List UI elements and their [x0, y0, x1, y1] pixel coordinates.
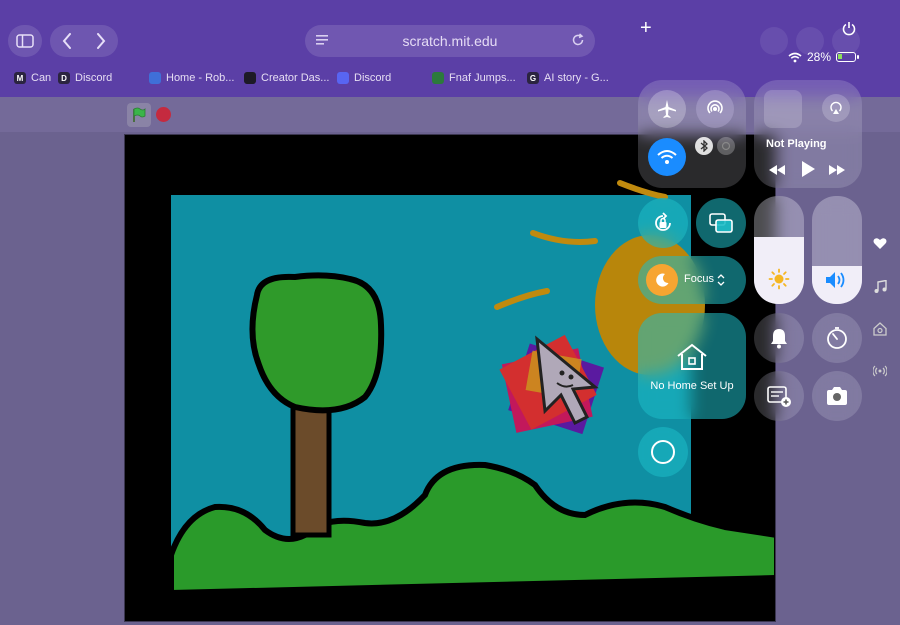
focus-icon-circle — [646, 264, 678, 296]
timer-icon — [827, 327, 847, 349]
sidebar-toggle-button[interactable] — [8, 25, 42, 57]
speaker-icon — [826, 272, 845, 288]
back-button[interactable] — [50, 25, 84, 57]
fast-forward-icon[interactable] — [828, 164, 846, 176]
bookmark-label: Fnaf Jumps... — [449, 72, 516, 84]
bookmark-label: Can — [31, 72, 52, 84]
airdrop-icon — [707, 100, 723, 114]
bookmark-label: Creator Das... — [261, 72, 330, 84]
rotation-lock-icon — [655, 212, 671, 231]
bookmark-item[interactable]: D Discord — [58, 67, 112, 89]
sun-icon — [768, 268, 790, 290]
moon-icon — [656, 273, 669, 287]
screen-mirroring-toggle[interactable] — [696, 198, 746, 248]
chevron-right-icon — [97, 33, 106, 49]
bookmark-label: Discord — [75, 72, 113, 84]
airplay-button[interactable] — [822, 94, 850, 122]
screen-mirroring-icon — [709, 213, 733, 233]
bluetooth-toggle[interactable] — [695, 137, 713, 155]
cellular-icon — [721, 141, 731, 151]
bookmark-label: AI story - G... — [544, 72, 609, 84]
bell-icon — [771, 329, 787, 349]
bookmark-item[interactable]: Discord — [337, 67, 391, 89]
green-flag-button[interactable] — [127, 103, 151, 127]
record-icon — [651, 440, 675, 464]
volume-slider[interactable] — [812, 196, 862, 304]
brightness-slider[interactable] — [754, 196, 804, 304]
favicon: D — [58, 72, 70, 84]
airplane-mode-toggle[interactable] — [648, 90, 686, 128]
reload-icon[interactable] — [571, 33, 585, 47]
sidebar-icon — [16, 34, 34, 48]
signal-icon[interactable] — [873, 364, 887, 378]
status-bar: 28% — [788, 50, 860, 64]
wifi-icon — [788, 52, 802, 62]
share-button[interactable] — [760, 27, 788, 55]
bookmark-item[interactable]: G AI story - G... — [527, 67, 609, 89]
url-text: scratch.mit.edu — [402, 33, 498, 49]
wifi-toggle[interactable] — [648, 138, 686, 176]
favicon: M — [14, 72, 26, 84]
battery-percent: 28% — [807, 50, 832, 64]
focus-label: Focus — [684, 273, 714, 285]
orientation-lock-toggle[interactable] — [638, 198, 688, 248]
screen-recording-button[interactable] — [638, 427, 688, 477]
bluetooth-icon — [700, 140, 708, 152]
now-playing-title: Not Playing — [766, 138, 827, 150]
wifi-icon — [657, 150, 677, 164]
now-playing-module[interactable]: Not Playing — [754, 80, 862, 188]
home-icon — [677, 343, 707, 370]
camera-icon — [827, 387, 847, 405]
bookmark-item[interactable]: M Can — [14, 67, 51, 89]
album-art — [764, 90, 802, 128]
cellular-toggle[interactable] — [717, 137, 735, 155]
chevron-updown-icon — [717, 274, 725, 286]
favicon — [149, 72, 161, 84]
airplane-icon — [658, 100, 676, 118]
home-label: No Home Set Up — [650, 380, 734, 392]
airplay-icon — [830, 101, 842, 114]
heart-icon[interactable] — [873, 237, 887, 250]
navigation-buttons — [50, 25, 118, 57]
power-icon[interactable] — [842, 21, 856, 37]
notes-button[interactable] — [754, 371, 804, 421]
bookmark-item[interactable]: Creator Das... — [244, 67, 329, 89]
focus-button[interactable]: Focus — [638, 256, 746, 304]
connectivity-module — [638, 80, 746, 188]
favicon — [244, 72, 256, 84]
favicon — [337, 72, 349, 84]
bookmark-label: Home - Rob... — [166, 72, 235, 84]
home-module[interactable]: No Home Set Up — [638, 313, 746, 419]
play-icon[interactable] — [800, 160, 816, 178]
favicon — [432, 72, 444, 84]
chevron-left-icon — [62, 33, 71, 49]
battery-icon — [836, 52, 860, 62]
green-flag-icon — [133, 107, 146, 122]
home-small-icon[interactable] — [873, 322, 887, 336]
note-add-icon — [767, 386, 791, 407]
silent-mode-toggle[interactable] — [754, 313, 804, 363]
airdrop-toggle[interactable] — [696, 90, 734, 128]
favicon: G — [527, 72, 539, 84]
forward-button[interactable] — [84, 25, 118, 57]
bookmark-item[interactable]: Home - Rob... — [149, 67, 234, 89]
bookmark-label: Discord — [354, 72, 392, 84]
rewind-icon[interactable] — [768, 164, 786, 176]
tree-canopy — [249, 272, 385, 414]
address-bar[interactable]: scratch.mit.edu — [305, 25, 595, 57]
new-tab-button[interactable]: + — [640, 18, 652, 38]
bookmark-item[interactable]: Fnaf Jumps... — [432, 67, 516, 89]
camera-button[interactable] — [812, 371, 862, 421]
timer-button[interactable] — [812, 313, 862, 363]
music-note-icon[interactable] — [873, 280, 887, 294]
stop-button[interactable] — [156, 107, 171, 122]
